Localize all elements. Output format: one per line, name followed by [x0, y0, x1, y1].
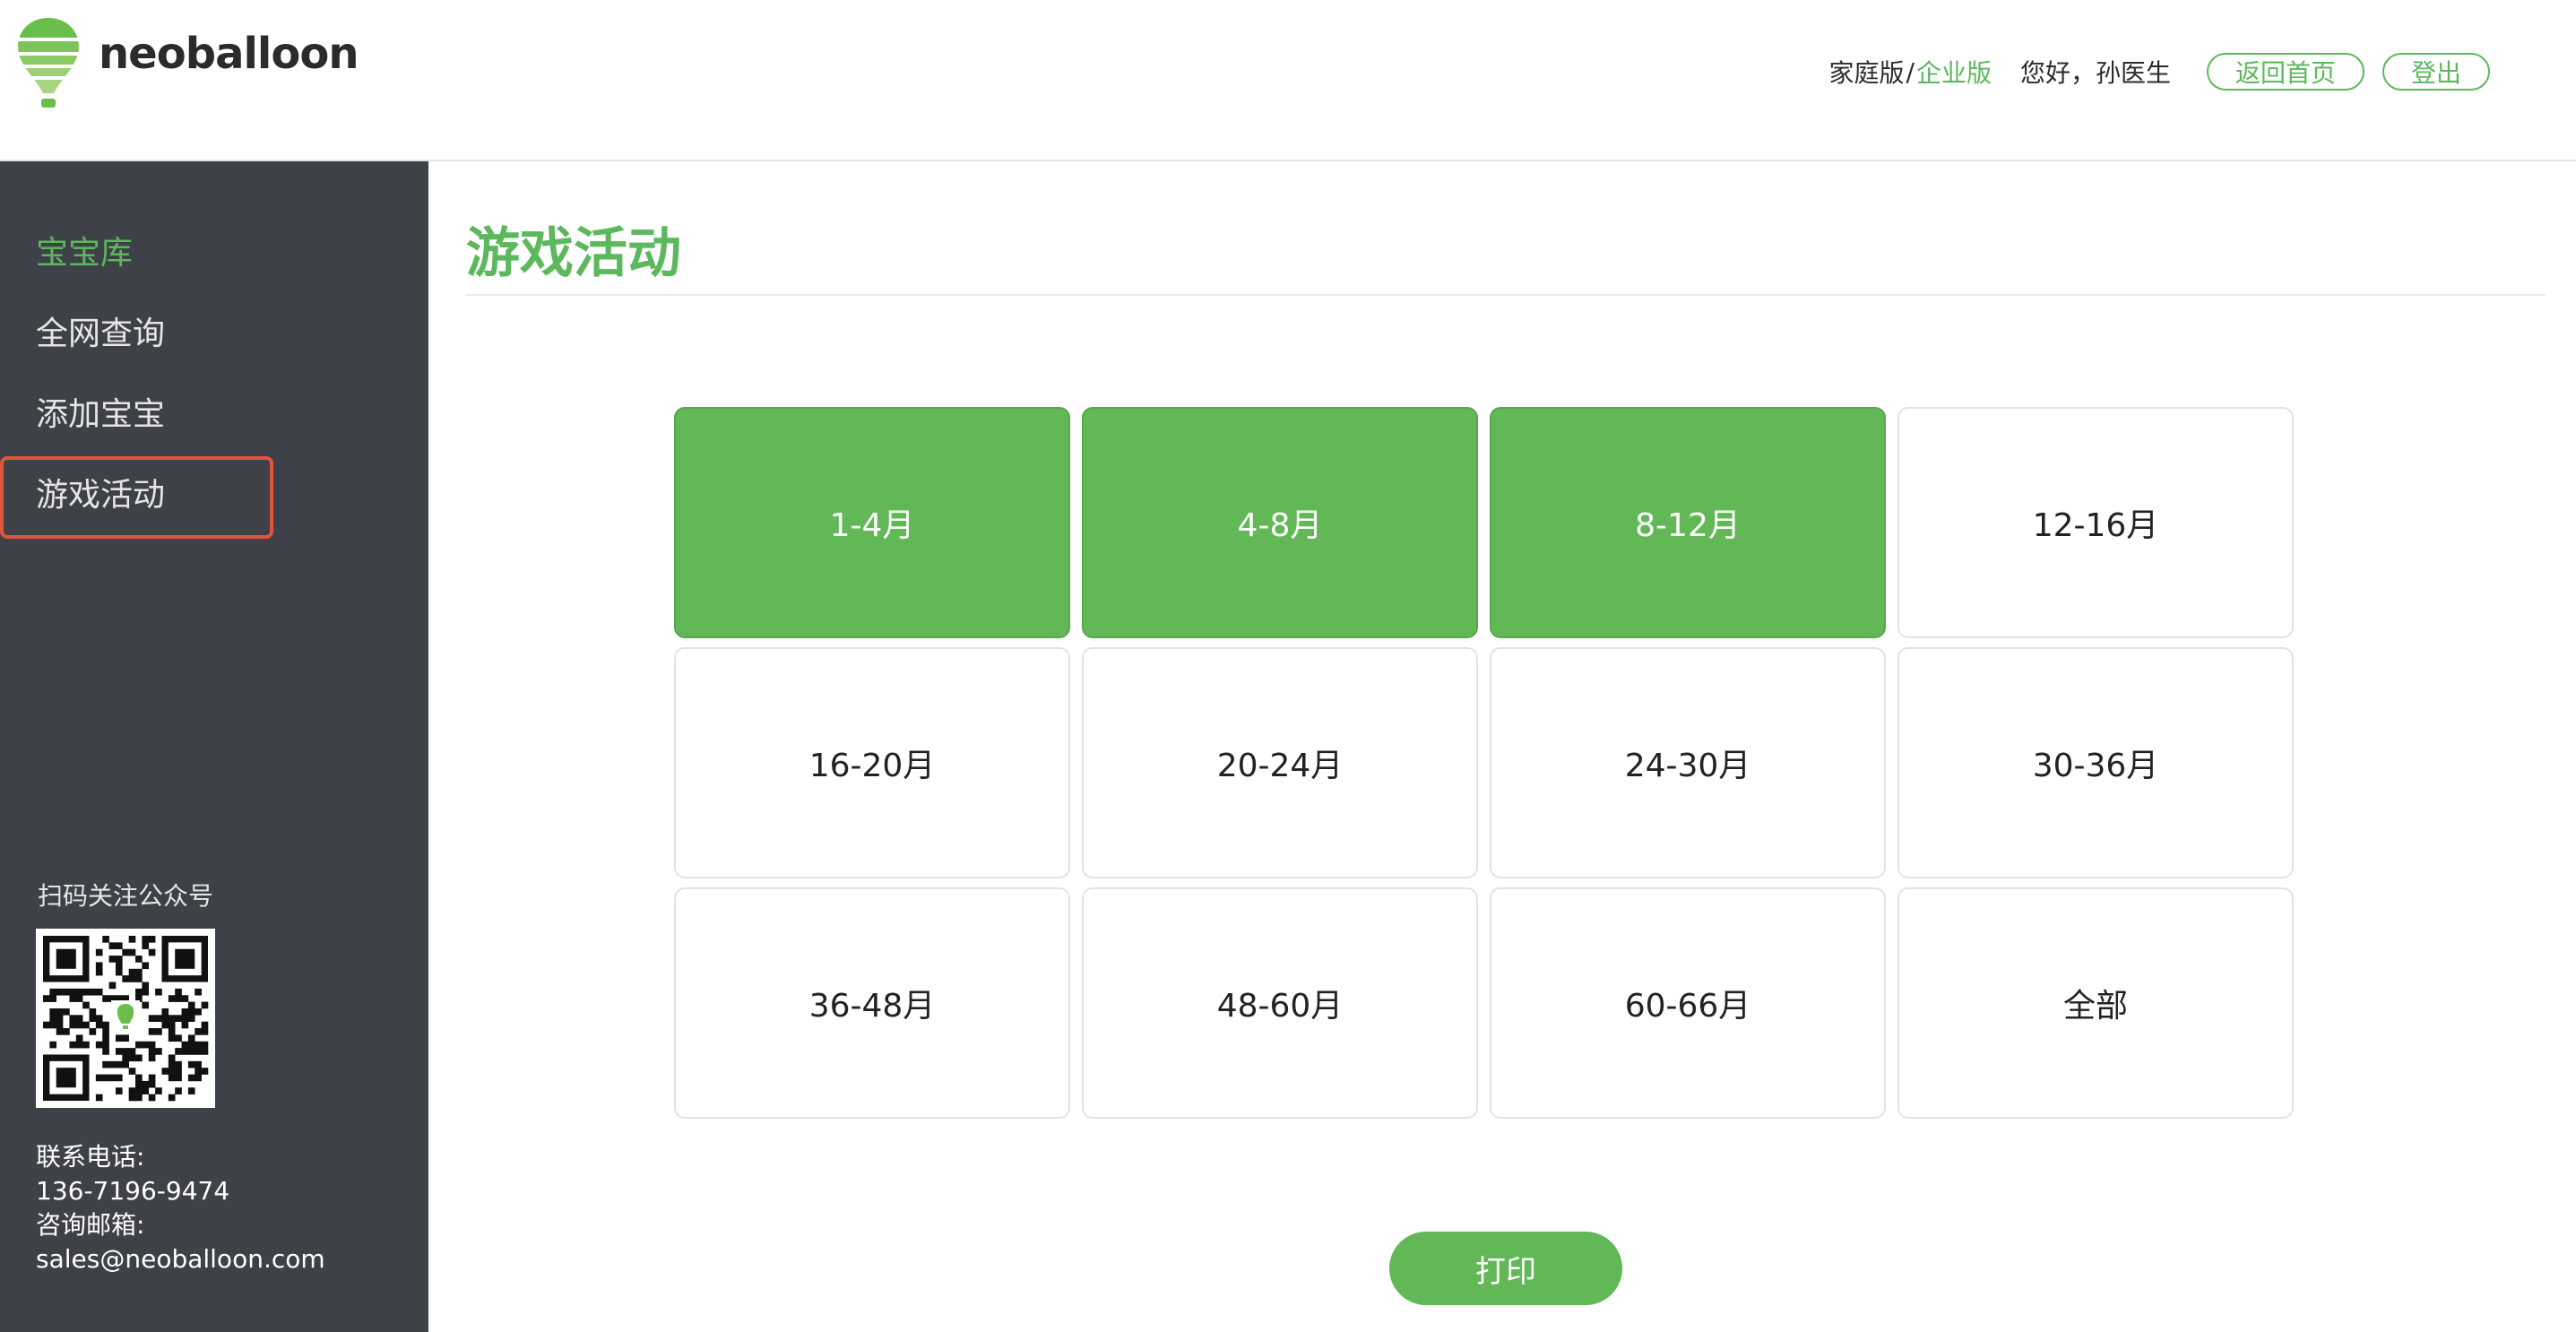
edition-home-link[interactable]: 家庭版 [1829, 54, 1905, 90]
phone-number: 136-7196-9474 [36, 1176, 230, 1206]
sidebar: 宝宝库 全网查询 添加宝宝 游戏活动 扫码关注公众号 联系电话: 136-719… [0, 161, 428, 1332]
header-actions: 家庭版 / 企业版 您好，孙医生 返回首页 登出 [1829, 50, 2490, 93]
main-content: 游戏活动 1-4月 4-8月 8-12月 12-16月 16-20月 20-24… [428, 161, 2576, 1332]
age-range-option[interactable]: 36-48月 [674, 887, 1070, 1119]
age-range-option[interactable]: 1-4月 [674, 407, 1070, 638]
balloon-logo-icon [18, 18, 79, 108]
age-range-option[interactable]: 8-12月 [1490, 407, 1886, 638]
phone-label: 联系电话: [36, 1142, 145, 1172]
print-button[interactable]: 打印 [1389, 1232, 1622, 1305]
sidebar-item-game-activities[interactable]: 游戏活动 [0, 452, 428, 539]
age-range-option[interactable]: 60-66月 [1490, 887, 1886, 1119]
contact-info: 联系电话: 136-7196-9474 咨询邮箱: sales@neoballo… [36, 1140, 325, 1276]
qr-code [36, 929, 215, 1108]
home-button[interactable]: 返回首页 [2207, 53, 2364, 91]
email-address[interactable]: sales@neoballoon.com [36, 1242, 325, 1276]
title-divider [466, 294, 2546, 296]
sidebar-item-network-search[interactable]: 全网查询 [0, 290, 428, 371]
edition-separator: / [1906, 56, 1915, 87]
top-header: neoballoon 家庭版 / 企业版 您好，孙医生 返回首页 登出 [0, 0, 2576, 161]
age-range-option[interactable]: 30-36月 [1897, 647, 2294, 878]
age-range-grid: 1-4月 4-8月 8-12月 12-16月 16-20月 20-24月 24-… [674, 407, 2295, 1119]
follow-label: 扫码关注公众号 [38, 881, 214, 911]
logout-button[interactable]: 登出 [2382, 53, 2490, 91]
sidebar-item-add-baby[interactable]: 添加宝宝 [0, 371, 428, 452]
age-range-all-option[interactable]: 全部 [1897, 887, 2294, 1119]
page-title: 游戏活动 [466, 222, 681, 285]
age-range-option[interactable]: 16-20月 [674, 647, 1070, 878]
sidebar-item-baby-library[interactable]: 宝宝库 [0, 210, 428, 290]
brand-name: neoballoon [99, 29, 359, 79]
age-range-option[interactable]: 20-24月 [1082, 647, 1478, 878]
qr-code-icon [43, 936, 209, 1102]
brand-logo[interactable]: neoballoon [16, 16, 359, 111]
user-greeting: 您好，孙医生 [2019, 58, 2171, 88]
edition-switch: 家庭版 / 企业版 [1829, 54, 1992, 90]
sidebar-nav: 宝宝库 全网查询 添加宝宝 游戏活动 [0, 210, 428, 539]
age-range-option[interactable]: 12-16月 [1897, 407, 2294, 638]
edition-enterprise-link[interactable]: 企业版 [1916, 54, 1992, 90]
age-range-option[interactable]: 48-60月 [1082, 887, 1478, 1119]
age-range-option[interactable]: 4-8月 [1082, 407, 1478, 638]
email-label: 咨询邮箱: [36, 1210, 145, 1240]
age-range-option[interactable]: 24-30月 [1490, 647, 1886, 878]
